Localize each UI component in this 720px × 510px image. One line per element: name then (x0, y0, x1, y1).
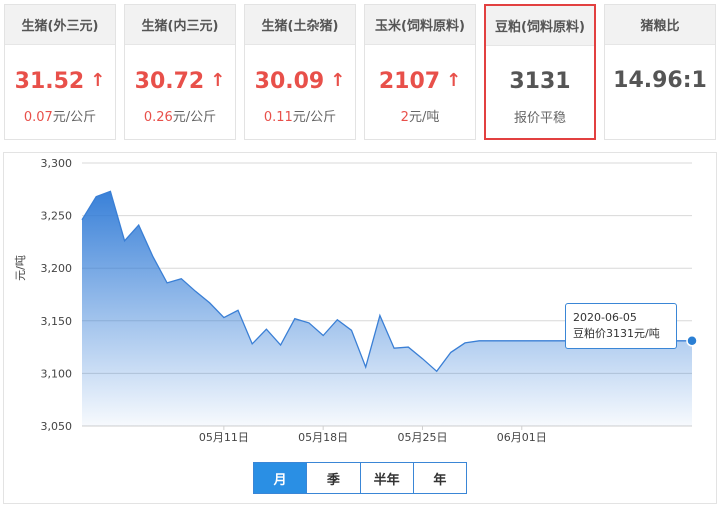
y-axis-label: 元/吨 (14, 255, 27, 281)
period-year-button[interactable]: 年 (413, 463, 466, 493)
x-tick-label: 05月11日 (199, 431, 249, 444)
period-selector: 月 季 半年 年 (253, 462, 467, 494)
y-tick-label: 3,100 (41, 367, 73, 380)
y-tick-label: 3,050 (41, 420, 73, 433)
period-halfyear-button[interactable]: 半年 (360, 463, 414, 493)
y-tick-label: 3,200 (41, 262, 73, 275)
x-tick-label: 05月25日 (397, 431, 447, 444)
tooltip-date: 2020-06-05 (573, 311, 637, 324)
price-area-chart[interactable]: 3,050 3,100 3,150 3,200 3,250 3,300 05月11日 05月1… (0, 0, 720, 510)
highlight-point (686, 335, 698, 347)
chart-tooltip: 2020-06-05 豆粕价3131元/吨 (565, 303, 677, 349)
y-tick-label: 3,250 (41, 210, 73, 223)
y-tick-label: 3,300 (41, 157, 73, 170)
period-quarter-button[interactable]: 季 (307, 463, 361, 493)
y-tick-label: 3,150 (41, 315, 73, 328)
period-month-button[interactable]: 月 (254, 463, 308, 493)
x-tick-label: 05月18日 (298, 431, 348, 444)
x-tick-label: 06月01日 (497, 431, 547, 444)
tooltip-value: 豆粕价3131元/吨 (573, 327, 660, 340)
